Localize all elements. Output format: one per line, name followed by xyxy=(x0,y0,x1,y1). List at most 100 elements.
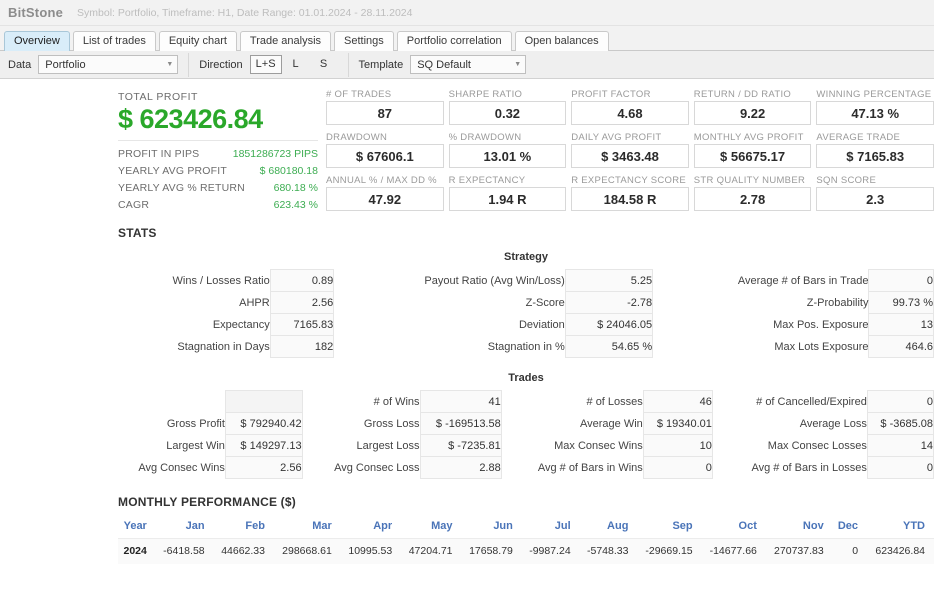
stat-value: 0 xyxy=(866,390,934,413)
stat-label: Payout Ratio (Avg Win/Loss) xyxy=(424,274,565,287)
kpi-value: 47.92 xyxy=(326,187,444,211)
monthly-data-row: 2024 -6418.58 44662.33 298668.61 10995.53 472… xyxy=(118,538,934,564)
cell-spacer xyxy=(501,391,513,413)
stat-value: 46 xyxy=(642,390,713,413)
kpi-label: WINNING PERCENTAGE xyxy=(816,89,932,100)
trades-stats-table: # of Wins 41 # of Losses 46 # of Cancelled/E… xyxy=(118,390,934,479)
cell-spacer xyxy=(712,413,724,435)
title-bar: BitStone Symbol: Portfolio, Timeframe: H… xyxy=(0,0,934,26)
cell-spacer xyxy=(712,457,724,479)
monthly-year: 2024 xyxy=(118,538,156,564)
stat-label: # of Cancelled/Expired xyxy=(756,395,867,408)
summary-metric-row: CAGR 623.43 % xyxy=(118,197,318,214)
kpi-value: 2.3 xyxy=(816,187,934,211)
kpi-cell: ANNUAL % / MAX DD % 47.92 xyxy=(326,175,444,214)
table-row: Stagnation in Days 182 Stagnation in % 54.6… xyxy=(118,335,934,358)
stat-label: Max Lots Exposure xyxy=(774,340,869,353)
cell-spacer xyxy=(653,336,665,358)
table-row: AHPR 2.56 Z-Score -2.78 Z-Probability 99.73 % xyxy=(118,291,934,314)
monthly-column-header: Dec xyxy=(832,517,868,539)
stat-value: 0 xyxy=(866,456,934,479)
cell-spacer xyxy=(334,336,346,358)
kpi-label: R EXPECTANCY SCORE xyxy=(571,175,687,186)
strategy-group-title: Strategy xyxy=(503,251,549,263)
monthly-column-header: YTD xyxy=(867,517,934,539)
kpi-label: RETURN / DD RATIO xyxy=(693,89,792,100)
kpi-cell: AVERAGE TRADE $ 7165.83 xyxy=(816,132,934,171)
tab-overview[interactable]: Overview xyxy=(4,31,70,51)
monthly-header-row: Year Jan Feb Mar Apr May Jun Jul Aug Sep Oct Nov Dec… xyxy=(118,517,934,539)
tab-equity-chart[interactable]: Equity chart xyxy=(158,31,237,51)
stat-label: Largest Win xyxy=(166,439,225,452)
monthly-column-header: Sep xyxy=(637,517,702,539)
cell-spacer xyxy=(334,270,346,292)
kpi-label: % DRAWDOWN xyxy=(448,132,522,143)
template-group: Template SQ Default ▼ xyxy=(359,51,527,78)
kpi-label: DAILY AVG PROFIT xyxy=(571,132,662,143)
tab-settings[interactable]: Settings xyxy=(334,31,394,51)
cell-spacer xyxy=(302,391,314,413)
kpi-cell: DAILY AVG PROFIT $ 3463.48 xyxy=(571,132,689,171)
app-name: BitStone xyxy=(8,5,64,20)
stat-label: Max Consec Wins xyxy=(554,439,643,452)
stat-value: 99.73 % xyxy=(868,291,934,314)
kpi-cell: WINNING PERCENTAGE 47.13 % xyxy=(816,89,934,128)
summary-metric-value: $ 680180.18 xyxy=(259,165,318,177)
stat-label: Avg Consec Loss xyxy=(334,461,420,474)
stat-label: Gross Loss xyxy=(363,417,420,430)
kpi-value: 13.01 % xyxy=(448,144,567,168)
tab-bar: Overview List of trades Equity chart Trade … xyxy=(0,26,934,51)
stat-label: Max Pos. Exposure xyxy=(773,318,869,331)
monthly-column-header: Feb xyxy=(213,517,274,539)
kpi-value: $ 7165.83 xyxy=(816,144,934,168)
stat-label: Gross Profit xyxy=(166,417,225,430)
cell-spacer xyxy=(501,457,513,479)
direction-group: Direction L+S L S xyxy=(199,51,337,78)
tab-list-of-trades[interactable]: List of trades xyxy=(72,31,156,51)
cell-spacer xyxy=(712,391,724,413)
stat-value: $ -7235.81 xyxy=(419,434,502,457)
cell-spacer xyxy=(334,314,346,336)
stat-label: AHPR xyxy=(239,296,270,309)
monthly-value: -9987.24 xyxy=(521,538,580,564)
kpi-value: 87 xyxy=(326,101,444,125)
chevron-down-icon: ▼ xyxy=(514,61,522,68)
cell-spacer xyxy=(653,314,665,336)
kpi-value: 9.22 xyxy=(693,101,812,125)
title-meta: Symbol: Portfolio, Timeframe: H1, Date R… xyxy=(77,6,413,19)
kpi-cell: R EXPECTANCY 1.94 R xyxy=(448,175,567,214)
stat-label: Average # of Bars in Trade xyxy=(737,274,869,287)
cell-spacer xyxy=(334,292,346,314)
cell-spacer xyxy=(653,292,665,314)
kpi-cell: SQN SCORE 2.3 xyxy=(816,175,934,214)
cell-spacer xyxy=(302,457,314,479)
direction-option-lpluss[interactable]: L+S xyxy=(249,55,282,74)
stat-label: Z-Probability xyxy=(806,296,869,309)
direction-option-s[interactable]: S xyxy=(310,55,338,74)
tab-open-balances[interactable]: Open balances xyxy=(514,31,609,51)
monthly-column-header: Oct xyxy=(701,517,766,539)
kpi-value: 47.13 % xyxy=(816,101,934,125)
total-profit-label: TOTAL PROFIT xyxy=(118,91,198,103)
direction-option-l[interactable]: L xyxy=(282,55,310,74)
data-select[interactable]: Portfolio ▼ xyxy=(38,55,179,74)
summary-metric-label: YEARLY AVG % RETURN xyxy=(118,182,245,194)
kpi-value: 4.68 xyxy=(571,101,689,125)
stat-label: Expectancy xyxy=(212,318,270,331)
stat-label: Deviation xyxy=(518,318,565,331)
kpi-cell: SHARPE RATIO 0.32 xyxy=(448,89,567,128)
kpi-grid: # OF TRADES 87 SHARPE RATIO 0.32 PROFIT FACT… xyxy=(326,89,934,214)
stat-value: $ 24046.05 xyxy=(564,313,654,336)
monthly-value: 298668.61 xyxy=(273,538,341,564)
cell-spacer xyxy=(501,435,513,457)
kpi-label: # OF TRADES xyxy=(326,89,392,100)
stat-value: 464.6 xyxy=(868,335,934,358)
tab-portfolio-correlation[interactable]: Portfolio correlation xyxy=(396,31,512,51)
monthly-heading: MONTHLY PERFORMANCE ($) xyxy=(118,495,296,509)
tab-trade-analysis[interactable]: Trade analysis xyxy=(239,31,332,51)
template-select[interactable]: SQ Default ▼ xyxy=(410,55,527,74)
cell-spacer xyxy=(653,270,665,292)
cell-spacer xyxy=(302,435,314,457)
stat-value: 2.56 xyxy=(269,291,335,314)
kpi-label: STR QUALITY NUMBER xyxy=(693,175,806,186)
